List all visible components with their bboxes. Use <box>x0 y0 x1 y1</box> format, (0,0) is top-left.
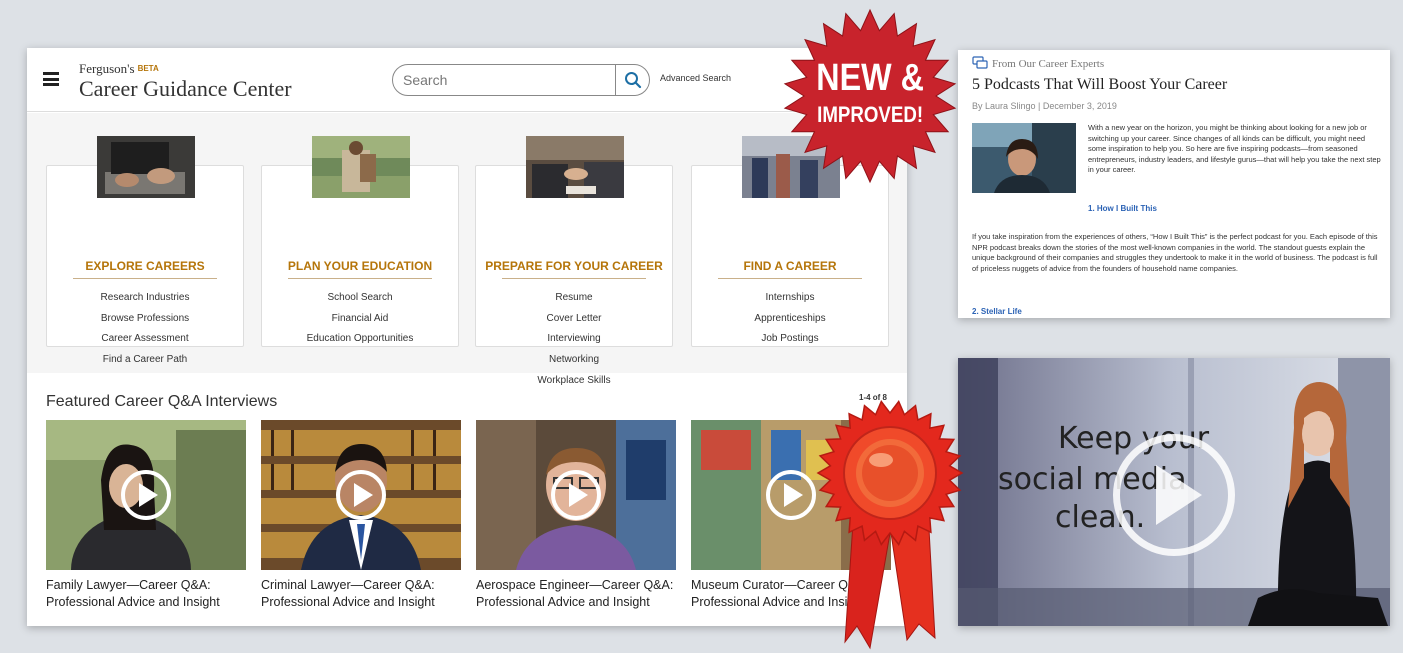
category-links: Research Industries Browse Professions C… <box>47 288 243 371</box>
category-links: School Search Financial Aid Education Op… <box>262 288 458 350</box>
article-preview[interactable]: From Our Career Experts 5 Podcasts That … <box>958 50 1390 318</box>
search-icon <box>624 72 641 89</box>
article-kicker: From Our Career Experts <box>992 58 1105 70</box>
category-card-prepare: PREPARE FOR YOUR CAREER Resume Cover Let… <box>475 136 673 386</box>
category-title[interactable]: PLAN YOUR EDUCATION <box>262 259 458 273</box>
article-body-paragraph: If you take inspiration from the experie… <box>972 232 1378 273</box>
site-header: Ferguson'sBETA Career Guidance Center Ad… <box>27 48 907 112</box>
link-research-industries[interactable]: Research Industries <box>47 288 243 309</box>
play-icon <box>766 470 816 520</box>
category-links: Resume Cover Letter Interviewing Network… <box>476 288 672 392</box>
link-cover-letter[interactable]: Cover Letter <box>476 309 672 330</box>
menu-icon[interactable] <box>43 72 59 86</box>
career-guidance-window: Ferguson'sBETA Career Guidance Center Ad… <box>27 48 907 626</box>
featured-video-player[interactable]: Keep your social media clean. <box>958 358 1390 626</box>
link-education-opportunities[interactable]: Education Opportunities <box>262 329 458 350</box>
link-apprenticeships[interactable]: Apprenticeships <box>692 309 888 330</box>
article-heading-2[interactable]: 2. Stellar Life <box>972 307 1022 316</box>
category-card-find: FIND A CAREER Internships Apprenticeship… <box>691 136 889 350</box>
link-browse-professions[interactable]: Browse Professions <box>47 309 243 330</box>
brand-name: Ferguson's BETA <box>79 61 159 77</box>
podcast-listener-photo <box>972 123 1076 193</box>
video-thumbnail-criminal-lawyer[interactable] <box>261 420 461 570</box>
play-icon <box>336 470 386 520</box>
divider <box>73 278 217 279</box>
link-resume[interactable]: Resume <box>476 288 672 309</box>
site-title[interactable]: Career Guidance Center <box>79 76 292 102</box>
video-thumbnail-family-lawyer[interactable] <box>46 420 246 570</box>
category-card-education: PLAN YOUR EDUCATION School Search Financ… <box>261 136 459 350</box>
featured-section-title: Featured Career Q&A Interviews <box>46 393 278 410</box>
badge-line-1: NEW & <box>816 57 924 99</box>
article-heading-1[interactable]: 1. How I Built This <box>1088 204 1157 213</box>
handshake-photo <box>526 136 624 198</box>
video-caption[interactable]: Criminal Lawyer—Career Q&A: Professional… <box>261 577 471 611</box>
category-section: EXPLORE CAREERS Research Industries Brow… <box>27 113 907 386</box>
link-workplace-skills[interactable]: Workplace Skills <box>476 371 672 392</box>
play-icon <box>121 470 171 520</box>
new-improved-starburst: NEW & IMPROVED! <box>783 8 957 184</box>
search-input[interactable] <box>403 65 613 95</box>
divider <box>288 278 432 279</box>
article-intro-paragraph: With a new year on the horizon, you migh… <box>1088 123 1381 174</box>
video-caption[interactable]: Aerospace Engineer—Career Q&A: Professio… <box>476 577 686 611</box>
category-title[interactable]: PREPARE FOR YOUR CAREER <box>476 259 672 273</box>
divider <box>718 278 862 279</box>
brand-name-text: Ferguson's <box>79 61 135 76</box>
video-thumbnail-aerospace-engineer[interactable] <box>476 420 676 570</box>
play-icon[interactable] <box>1113 434 1235 556</box>
award-ribbon-icon <box>816 400 964 650</box>
article-title[interactable]: 5 Podcasts That Will Boost Your Career <box>972 76 1227 94</box>
search-button[interactable] <box>615 65 649 95</box>
badge-line-2: IMPROVED! <box>817 104 923 128</box>
video-caption[interactable]: Family Lawyer—Career Q&A: Professional A… <box>46 577 256 611</box>
link-financial-aid[interactable]: Financial Aid <box>262 309 458 330</box>
category-links: Internships Apprenticeships Job Postings <box>692 288 888 350</box>
category-title[interactable]: FIND A CAREER <box>692 259 888 273</box>
search-box <box>392 64 650 96</box>
play-icon <box>551 470 601 520</box>
link-internships[interactable]: Internships <box>692 288 888 309</box>
divider <box>502 278 646 279</box>
students-photo <box>312 136 410 198</box>
category-title[interactable]: EXPLORE CAREERS <box>47 259 243 273</box>
link-job-postings[interactable]: Job Postings <box>692 329 888 350</box>
link-career-assessment[interactable]: Career Assessment <box>47 329 243 350</box>
laptop-photo <box>97 136 195 198</box>
category-card-explore: EXPLORE CAREERS Research Industries Brow… <box>46 136 244 365</box>
article-byline: By Laura Slingo | December 3, 2019 <box>972 101 1117 111</box>
link-networking[interactable]: Networking <box>476 350 672 371</box>
link-interviewing[interactable]: Interviewing <box>476 329 672 350</box>
chat-bubble-icon <box>972 56 988 69</box>
advanced-search-link[interactable]: Advanced Search <box>660 73 731 83</box>
link-find-career-path[interactable]: Find a Career Path <box>47 350 243 371</box>
beta-badge: BETA <box>137 64 159 73</box>
link-school-search[interactable]: School Search <box>262 288 458 309</box>
